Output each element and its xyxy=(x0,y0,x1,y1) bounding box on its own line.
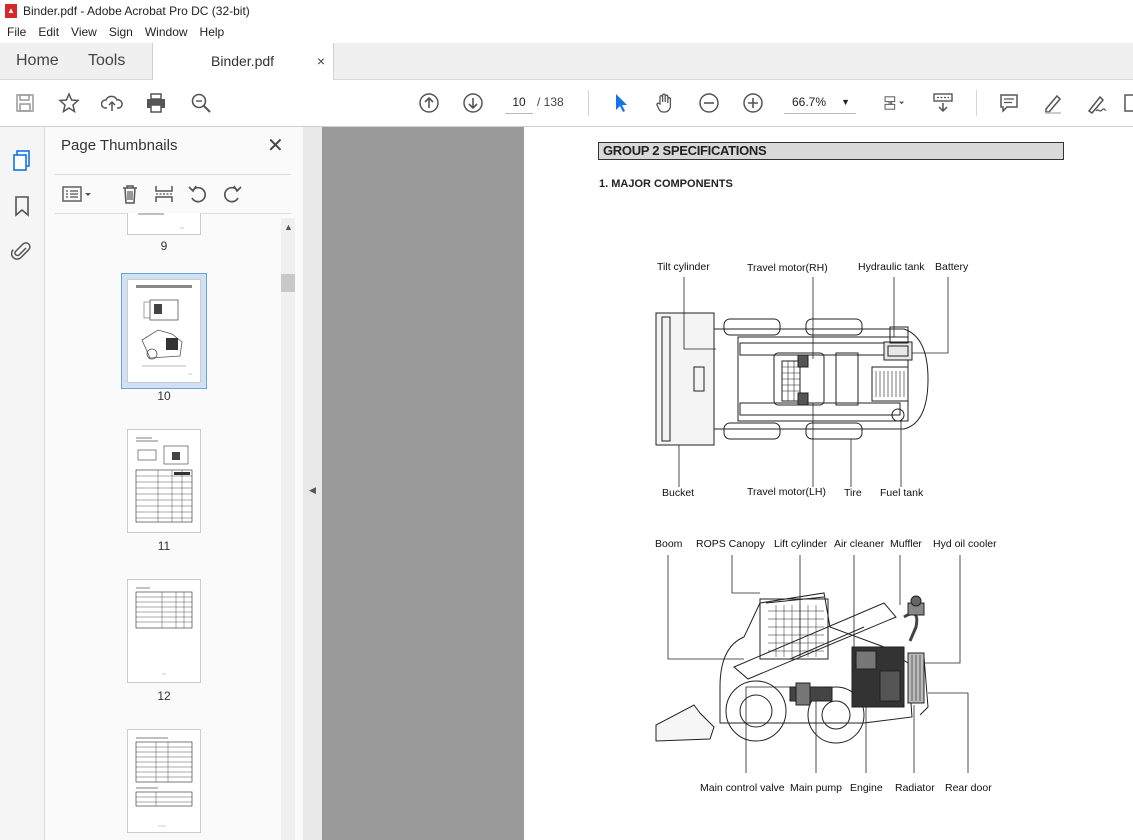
tab-bar: Home Tools Binder.pdf × xyxy=(0,43,1133,80)
thumbnail-page-11[interactable] xyxy=(127,429,201,533)
menu-edit[interactable]: Edit xyxy=(31,22,64,43)
label-engine: Engine xyxy=(850,782,883,794)
thumbnail-page-12[interactable] xyxy=(127,579,201,683)
chevron-down-icon: ▼ xyxy=(841,97,850,107)
collapse-left-icon[interactable]: ◀ xyxy=(309,485,316,496)
label-air-cleaner: Air cleaner xyxy=(834,538,885,550)
thumbnail-label: 9 xyxy=(160,239,168,253)
pdf-icon: ▲ xyxy=(5,4,17,18)
label-battery: Battery xyxy=(935,261,969,273)
attachment-icon[interactable] xyxy=(10,240,33,262)
find-zoom-icon[interactable] xyxy=(188,90,214,116)
delete-page-icon[interactable] xyxy=(119,183,143,205)
zoom-value: 66.7% xyxy=(792,95,827,109)
thumbnail-page-10[interactable] xyxy=(127,279,201,383)
rotate-left-icon[interactable] xyxy=(187,183,211,205)
components-diagram xyxy=(655,277,969,773)
close-panel-icon[interactable]: ✕ xyxy=(267,133,284,158)
menu-help[interactable]: Help xyxy=(193,22,230,43)
sign-pen-icon[interactable] xyxy=(1084,90,1110,116)
save-icon[interactable] xyxy=(12,90,38,116)
label-main-pump: Main pump xyxy=(790,782,842,794)
label-muffler: Muffler xyxy=(890,538,922,550)
label-lift-cylinder: Lift cylinder xyxy=(774,538,828,550)
toolbar: 10 / 138 66.7% ▼ xyxy=(0,80,1133,127)
bookmark-icon[interactable] xyxy=(11,195,33,217)
document-viewer[interactable]: GROUP 2 SPECIFICATIONS 1. MAJOR COMPONEN… xyxy=(322,127,1133,840)
label-hyd-oil-cooler: Hyd oil cooler xyxy=(933,538,997,550)
label-travel-motor-lh: Travel motor(LH) xyxy=(747,486,826,498)
page-thumbnails-panel: Page Thumbnails ✕ 9 10 11 12 ▲ xyxy=(45,127,304,840)
label-rops-canopy: ROPS Canopy xyxy=(696,538,765,550)
menu-view[interactable]: View xyxy=(64,22,102,43)
hand-tool-icon[interactable] xyxy=(652,90,678,116)
thumbnail-label: 10 xyxy=(157,389,171,403)
insert-pages-icon[interactable] xyxy=(153,183,177,205)
label-main-control-valve: Main control valve xyxy=(700,782,785,794)
menu-file[interactable]: File xyxy=(0,22,31,43)
window-title: Binder.pdf - Adobe Acrobat Pro DC (32-bi… xyxy=(23,4,250,18)
upload-icon[interactable] xyxy=(99,90,125,116)
bookmark-star-icon[interactable] xyxy=(56,90,82,116)
label-fuel-tank: Fuel tank xyxy=(880,487,924,499)
options-menu-icon[interactable] xyxy=(61,183,95,205)
scrollbar-thumb[interactable] xyxy=(281,274,295,292)
panel-title: Page Thumbnails xyxy=(61,137,178,154)
tab-tools[interactable]: Tools xyxy=(88,43,125,79)
label-travel-motor-rh: Travel motor(RH) xyxy=(747,262,828,274)
fit-page-icon[interactable] xyxy=(876,90,912,116)
label-tire: Tire xyxy=(844,487,862,499)
toolbar-divider xyxy=(588,90,589,116)
document-tab-label: Binder.pdf xyxy=(211,53,275,69)
print-icon[interactable] xyxy=(143,90,169,116)
label-radiator: Radiator xyxy=(895,782,935,794)
thumbnail-scrollbar[interactable]: ▲ xyxy=(281,218,295,840)
select-cursor-icon[interactable] xyxy=(608,90,634,116)
next-page-icon[interactable] xyxy=(460,90,486,116)
previous-page-icon[interactable] xyxy=(416,90,442,116)
page-number-input[interactable]: 10 xyxy=(505,91,533,114)
zoom-out-icon[interactable] xyxy=(696,90,722,116)
label-boom: Boom xyxy=(655,538,683,550)
highlight-pen-icon[interactable] xyxy=(1040,90,1066,116)
more-tools-icon[interactable] xyxy=(1122,90,1133,116)
page-total: / 138 xyxy=(537,95,564,109)
thumbnail-label: 11 xyxy=(157,539,171,553)
page-thumbnails-icon[interactable] xyxy=(11,149,33,171)
title-bar: ▲ Binder.pdf - Adobe Acrobat Pro DC (32-… xyxy=(0,0,1133,22)
rotate-right-icon[interactable] xyxy=(221,183,245,205)
thumbnail-list: 9 10 11 12 xyxy=(55,213,280,840)
label-rear-door: Rear door xyxy=(945,782,992,794)
menu-window[interactable]: Window xyxy=(138,22,193,43)
left-navigation-rail xyxy=(0,127,45,840)
zoom-level-select[interactable]: 66.7% ▼ xyxy=(784,91,856,114)
close-tab-icon[interactable]: × xyxy=(317,43,325,79)
scroll-mode-icon[interactable] xyxy=(930,90,956,116)
panel-collapse-handle[interactable]: ◀ xyxy=(303,127,322,840)
zoom-in-icon[interactable] xyxy=(740,90,766,116)
thumbnail-page-9[interactable] xyxy=(127,213,201,235)
label-bucket: Bucket xyxy=(662,487,695,499)
toolbar-divider-2 xyxy=(976,90,977,116)
label-tilt-cylinder: Tilt cylinder xyxy=(657,261,710,273)
menu-bar: File Edit View Sign Window Help xyxy=(0,22,1133,43)
thumbnail-label: 12 xyxy=(157,689,171,703)
pdf-page: GROUP 2 SPECIFICATIONS 1. MAJOR COMPONEN… xyxy=(524,127,1133,840)
scroll-up-icon[interactable]: ▲ xyxy=(284,222,293,232)
thumbnail-page-13[interactable] xyxy=(127,729,201,833)
tab-home[interactable]: Home xyxy=(16,43,59,79)
thumbnail-tools xyxy=(55,174,291,214)
menu-sign[interactable]: Sign xyxy=(102,22,138,43)
label-hydraulic-tank: Hydraulic tank xyxy=(858,261,925,273)
comment-icon[interactable] xyxy=(996,90,1022,116)
tab-document[interactable]: Binder.pdf × xyxy=(152,43,334,80)
